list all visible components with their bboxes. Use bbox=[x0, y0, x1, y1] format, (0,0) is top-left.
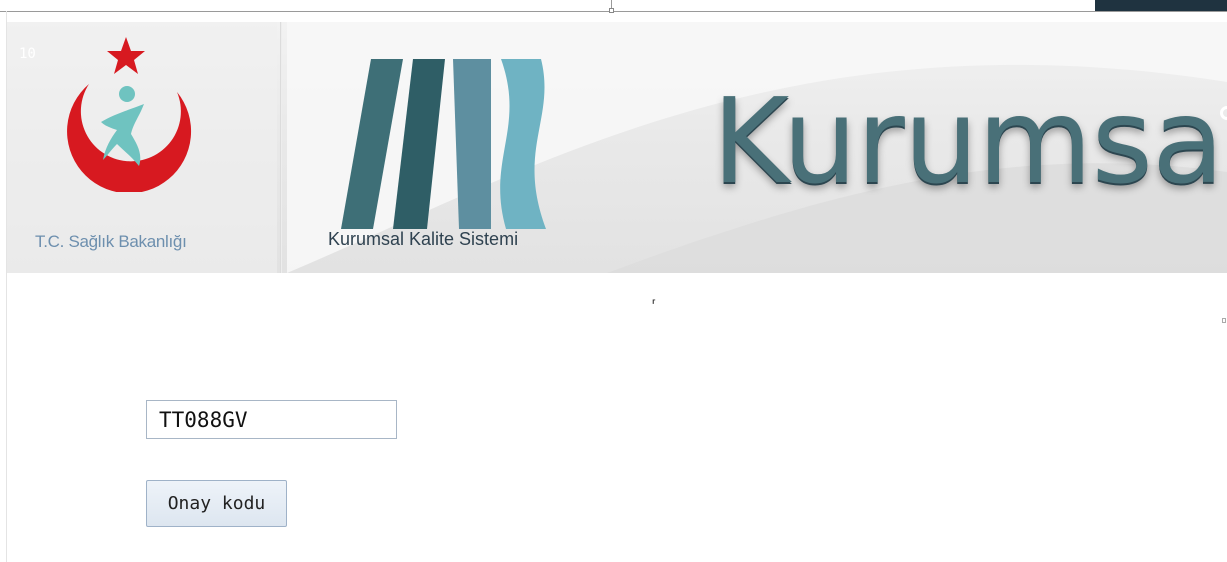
confirmation-code-input[interactable] bbox=[146, 400, 397, 439]
system-logo-text: Kurumsal Kalite Sistemi bbox=[328, 229, 519, 249]
kks-logo-icon bbox=[341, 59, 546, 229]
confirm-code-button[interactable]: Onay kodu bbox=[146, 480, 287, 527]
banner-title: Kurumsa bbox=[712, 72, 1224, 210]
header-banner: 10 T.C. Sağlık Bakanlığı Kurumsal Kalite… bbox=[7, 22, 1227, 273]
ministry-logo-icon bbox=[67, 37, 192, 192]
banner-divider bbox=[280, 22, 282, 273]
resize-handle-right[interactable] bbox=[1222, 318, 1226, 323]
text-cursor-icon: ⸢ bbox=[650, 298, 658, 312]
corner-ring-icon bbox=[1220, 106, 1227, 120]
ministry-name: T.C. Sağlık Bakanlığı bbox=[35, 232, 187, 251]
resize-handle-top[interactable] bbox=[609, 8, 614, 13]
top-right-dark-tab bbox=[1095, 0, 1227, 11]
page: 10 T.C. Sağlık Bakanlığı Kurumsal Kalite… bbox=[0, 0, 1227, 562]
faint-corner-text: 10 bbox=[19, 46, 36, 62]
